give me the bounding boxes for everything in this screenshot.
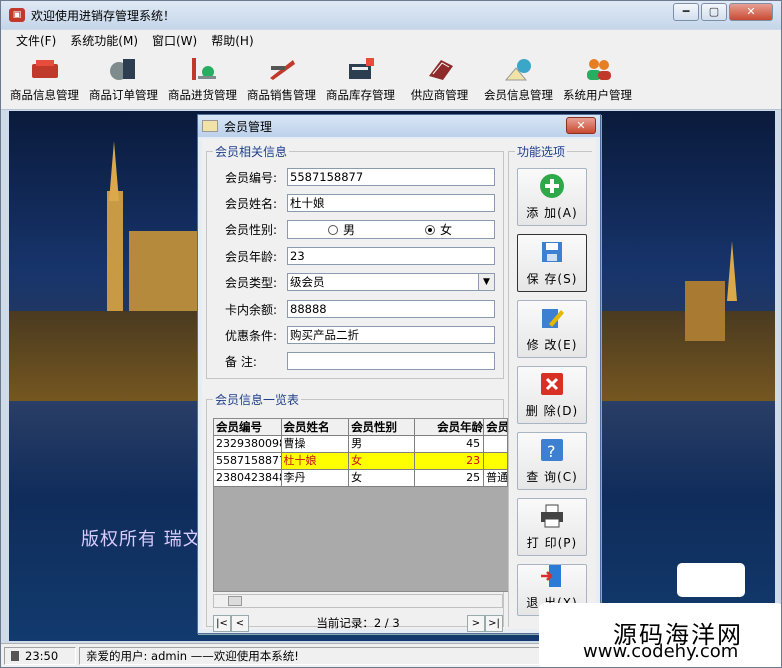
dialog-title-bar: 会员管理 — [198, 115, 600, 137]
record-position: 当前记录：2 / 3 — [316, 616, 400, 630]
member-list-group: 会员信息一览表 会员编号 会员姓名 会员性别 会员年龄 会员 232938009… — [206, 391, 509, 632]
sales-icon — [266, 54, 298, 84]
window-title: 欢迎使用进销存管理系统！ — [31, 8, 176, 23]
watermark-patch — [677, 563, 745, 597]
gender-male-radio[interactable]: 男 — [328, 221, 355, 238]
inventory-icon — [345, 54, 377, 84]
app-icon: ▣ — [9, 8, 25, 22]
grid-header-cell[interactable]: 会员 — [484, 419, 508, 436]
member-grid[interactable]: 会员编号 会员姓名 会员性别 会员年龄 会员 2329380098 曹操 男 4… — [213, 418, 509, 592]
save-icon — [539, 239, 565, 265]
discount-field[interactable]: 购买产品二折 — [287, 326, 495, 344]
maximize-button[interactable]: ▢ — [701, 3, 727, 21]
close-button[interactable]: ✕ — [729, 3, 773, 21]
toolbar-inventory[interactable]: 商品库存管理 — [321, 50, 400, 108]
note-field[interactable] — [287, 352, 495, 370]
grid-header-cell[interactable]: 会员编号 — [214, 419, 282, 436]
member-dialog: 会员管理 ✕ 会员相关信息 会员编号: 5587158877 会员姓名: 杜十娘 会… — [197, 114, 601, 634]
record-navigator: |< < 当前记录：2 / 3 > >| — [213, 614, 503, 632]
order-icon — [108, 54, 140, 84]
svg-text:?: ? — [547, 442, 556, 461]
dialog-title: 会员管理 — [224, 119, 273, 134]
actions-group: 功能选项 添 加(A) 保 存(S) 修 改(E) 删 除(D) ? 查 询(C)… — [508, 143, 592, 627]
member-age-field[interactable]: 23 — [287, 247, 495, 265]
table-row[interactable]: 2380423848 李丹 女 25 普通 — [214, 470, 508, 487]
menu-bar: 文件(F) 系统功能(M) 窗口(W) 帮助(H) — [1, 30, 781, 50]
member-name-field[interactable]: 杜十娘 — [287, 194, 495, 212]
radio-checked-icon — [425, 224, 436, 235]
grid-header-cell[interactable]: 会员性别 — [349, 419, 415, 436]
gender-group: 男 女 — [287, 220, 495, 239]
menu-window[interactable]: 窗口(W) — [145, 32, 204, 49]
toolbar-member-info[interactable]: 会员信息管理 — [479, 50, 558, 108]
toolbar-system-user[interactable]: 系统用户管理 — [558, 50, 637, 108]
minimize-button[interactable]: ━ — [673, 3, 699, 21]
toolbar-sales[interactable]: 商品销售管理 — [242, 50, 321, 108]
toolbar-purchase[interactable]: 商品进货管理 — [163, 50, 242, 108]
card-balance-field[interactable]: 88888 — [287, 300, 495, 318]
toolbar: 商品信息管理 商品订单管理 商品进货管理 商品销售管理 商品库存管理 供应商管理… — [1, 50, 781, 110]
query-icon: ? — [539, 437, 565, 463]
main-window: ▣ 欢迎使用进销存管理系统！ ━ ▢ ✕ 文件(F) 系统功能(M) 窗口(W)… — [0, 0, 782, 668]
member-info-icon — [503, 54, 535, 84]
product-info-icon — [29, 54, 61, 84]
query-button[interactable]: ? 查 询(C) — [517, 432, 587, 490]
menu-system[interactable]: 系统功能(M) — [63, 32, 145, 49]
purchase-icon — [187, 54, 219, 84]
print-button[interactable]: 打 印(P) — [517, 498, 587, 556]
supplier-icon — [424, 54, 456, 84]
nav-prev-button[interactable]: < — [231, 614, 249, 632]
grid-header-cell[interactable]: 会员姓名 — [281, 419, 350, 436]
dialog-close-button[interactable]: ✕ — [566, 117, 596, 134]
nav-last-button[interactable]: >| — [485, 614, 503, 632]
save-button[interactable]: 保 存(S) — [517, 234, 587, 292]
edit-icon — [539, 305, 565, 331]
add-icon — [539, 173, 565, 199]
watermark-url: www.codehy.com — [583, 641, 739, 662]
horizontal-scrollbar[interactable] — [213, 594, 503, 608]
delete-icon — [539, 371, 565, 397]
table-row[interactable]: 2329380098 曹操 男 45 — [214, 436, 508, 453]
nav-first-button[interactable]: |< — [213, 614, 231, 632]
gender-female-radio[interactable]: 女 — [425, 221, 452, 238]
add-button[interactable]: 添 加(A) — [517, 168, 587, 226]
exit-icon — [539, 563, 565, 589]
system-user-icon — [582, 54, 614, 84]
radio-icon — [328, 224, 338, 235]
scroll-thumb[interactable] — [228, 596, 242, 606]
grid-header-cell[interactable]: 会员年龄 — [414, 419, 485, 436]
edit-button[interactable]: 修 改(E) — [517, 300, 587, 358]
menu-file[interactable]: 文件(F) — [9, 32, 63, 49]
delete-button[interactable]: 删 除(D) — [517, 366, 587, 424]
lock-icon — [11, 650, 19, 661]
print-icon — [539, 503, 565, 529]
toolbar-supplier[interactable]: 供应商管理 — [400, 50, 479, 108]
dialog-icon — [202, 120, 218, 132]
status-time: 23:50 — [4, 646, 76, 665]
chevron-down-icon[interactable]: ▼ — [478, 274, 494, 290]
toolbar-product-info[interactable]: 商品信息管理 — [5, 50, 84, 108]
menu-help[interactable]: 帮助(H) — [204, 32, 260, 49]
title-bar: ▣ 欢迎使用进销存管理系统！ ━ ▢ ✕ — [1, 1, 781, 29]
nav-next-button[interactable]: > — [467, 614, 485, 632]
member-type-select[interactable]: 级会员 ▼ — [287, 273, 495, 291]
toolbar-order[interactable]: 商品订单管理 — [84, 50, 163, 108]
member-id-field[interactable]: 5587158877 — [287, 168, 495, 186]
table-row-selected[interactable]: 5587158877 杜十娘 女 23 — [214, 453, 508, 470]
member-info-group: 会员相关信息 会员编号: 5587158877 会员姓名: 杜十娘 会员性别: 男 … — [206, 143, 504, 379]
grid-header: 会员编号 会员姓名 会员性别 会员年龄 会员 — [214, 419, 508, 436]
